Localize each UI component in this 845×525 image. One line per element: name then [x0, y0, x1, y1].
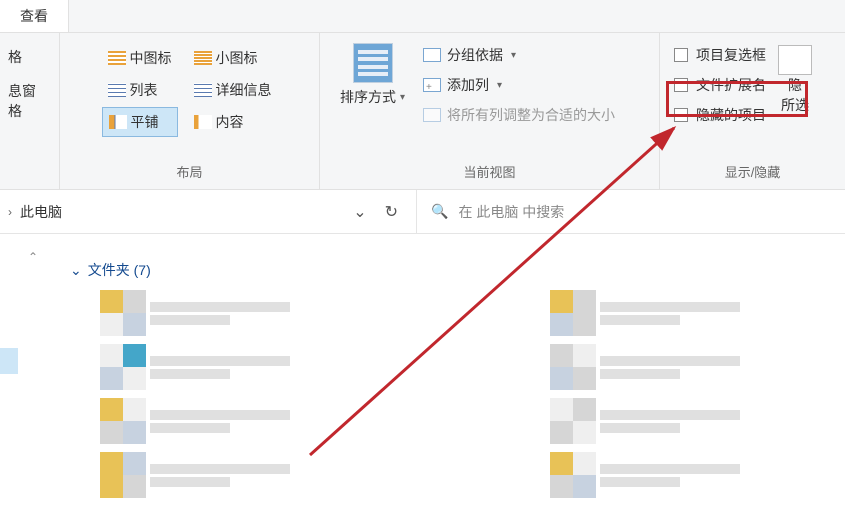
- tab-view[interactable]: 查看: [0, 0, 69, 32]
- fit-columns-icon: [423, 108, 441, 122]
- layout-tiles[interactable]: 平铺: [102, 107, 178, 137]
- search-placeholder: 在 此电脑 中搜索: [458, 202, 564, 222]
- layout-details[interactable]: 详细信息: [188, 75, 278, 105]
- list-icon: [108, 83, 126, 97]
- layout-list[interactable]: 列表: [102, 75, 178, 105]
- file-extensions-toggle[interactable]: 文件扩展名: [674, 75, 766, 95]
- chevron-down-icon: ⌄: [70, 262, 82, 279]
- layout-medium-icons[interactable]: 中图标: [102, 43, 178, 73]
- group-by-icon: [423, 48, 441, 62]
- folder-item[interactable]: [550, 398, 740, 444]
- sort-by-button[interactable]: 排序方式▾: [328, 37, 417, 107]
- ribbon: 格 息窗格 中图标 小图标 列表 详细信息 平铺 内容 布局 排序方式▾: [0, 33, 845, 190]
- checkbox-icon: [674, 78, 688, 92]
- folder-item[interactable]: [550, 452, 740, 498]
- folder-item[interactable]: [100, 290, 290, 336]
- layout-group: 中图标 小图标 列表 详细信息 平铺 内容 布局: [60, 33, 320, 189]
- chevron-down-icon: ▾: [511, 50, 516, 61]
- address-bar[interactable]: › 此电脑 ⌄ ↻: [0, 190, 417, 233]
- location-text: 此电脑: [20, 202, 345, 222]
- sort-icon: [353, 43, 393, 83]
- panes-group-label: [8, 177, 51, 187]
- pane-item-2[interactable]: 息窗格: [8, 81, 47, 121]
- hide-selected-icon: [778, 45, 812, 75]
- hidden-items-toggle[interactable]: 隐藏的项目: [674, 105, 766, 125]
- layout-group-label: 布局: [68, 158, 311, 187]
- group-by-button[interactable]: 分组依据▾: [423, 45, 615, 65]
- chevron-down-icon: ▾: [497, 80, 502, 91]
- folder-item[interactable]: [550, 290, 740, 336]
- hide-selected-button[interactable]: 隐 所选: [772, 37, 812, 115]
- current-view-group-label: 当前视图: [328, 158, 651, 187]
- add-columns-icon: [423, 78, 441, 92]
- ribbon-tabs: 查看: [0, 0, 845, 33]
- chevron-down-icon: ▾: [400, 92, 405, 103]
- medium-icons-icon: [108, 51, 126, 65]
- refresh-button[interactable]: ↻: [375, 202, 408, 222]
- address-bar-row: › 此电脑 ⌄ ↻ 🔍 在 此电脑 中搜索: [0, 190, 845, 234]
- folder-item[interactable]: [550, 344, 740, 390]
- show-hide-group-label: 显示/隐藏: [668, 158, 837, 187]
- panes-group: 格 息窗格: [0, 33, 60, 189]
- checkbox-icon: [674, 48, 688, 62]
- current-view-group: 排序方式▾ 分组依据▾ 添加列▾ 将所有列调整为合适的大小 当前视图: [320, 33, 660, 189]
- content-area: ⌄ 文件夹 (7): [0, 234, 845, 498]
- folder-item[interactable]: [100, 344, 290, 390]
- fit-columns-button[interactable]: 将所有列调整为合适的大小: [423, 105, 615, 125]
- details-icon: [194, 83, 212, 97]
- search-box[interactable]: 🔍 在 此电脑 中搜索: [417, 190, 845, 233]
- folder-thumbnails: [100, 290, 845, 498]
- chevron-right-icon: ›: [8, 205, 12, 219]
- content-icon: [194, 115, 212, 129]
- tiles-icon: [109, 115, 127, 129]
- show-hide-group: 项目复选框 文件扩展名 隐藏的项目 隐 所选 显示/隐藏: [660, 33, 845, 189]
- small-icons-icon: [194, 51, 212, 65]
- folder-item[interactable]: [100, 398, 290, 444]
- checkbox-icon: [674, 108, 688, 122]
- search-icon: 🔍: [431, 203, 448, 220]
- layout-small-icons[interactable]: 小图标: [188, 43, 278, 73]
- folders-section-header[interactable]: ⌄ 文件夹 (7): [70, 260, 845, 280]
- item-checkboxes-toggle[interactable]: 项目复选框: [674, 45, 766, 65]
- add-columns-button[interactable]: 添加列▾: [423, 75, 615, 95]
- pane-item-1[interactable]: 格: [8, 47, 47, 67]
- history-dropdown[interactable]: ⌄: [353, 202, 366, 222]
- layout-content[interactable]: 内容: [188, 107, 278, 137]
- folder-item[interactable]: [100, 452, 290, 498]
